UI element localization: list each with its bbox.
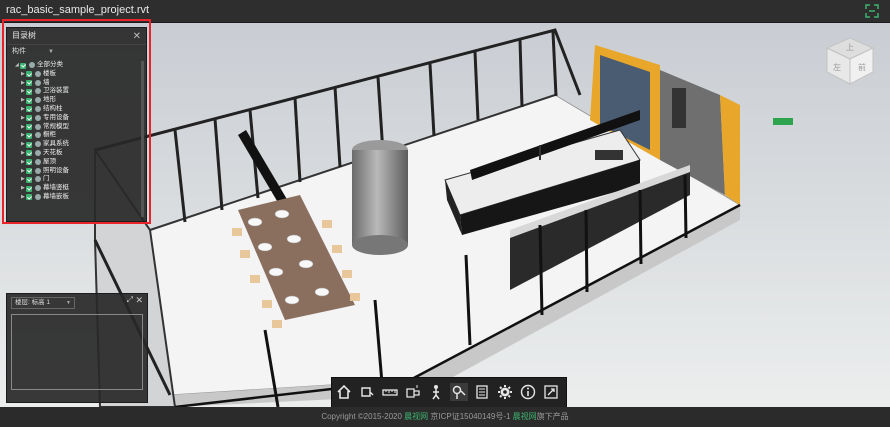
section-box-icon[interactable]	[358, 383, 376, 401]
minimap-canvas[interactable]	[11, 314, 143, 390]
settings-icon[interactable]	[496, 383, 514, 401]
copyright-text: Copyright ©2015-2020	[321, 412, 402, 421]
brand-link[interactable]: 晨视网	[404, 412, 428, 421]
close-icon[interactable]: ✕	[135, 295, 143, 306]
footer: Copyright ©2015-2020 晨视网 京ICP证15040149号-…	[0, 407, 890, 427]
floor-select[interactable]: 楼层: 标高 1 ▼	[11, 297, 75, 309]
fullscreen-toggle-icon[interactable]	[864, 3, 880, 19]
measure-icon[interactable]	[381, 383, 399, 401]
expand-icon[interactable]: ⤢	[127, 295, 133, 305]
home-icon[interactable]	[335, 383, 353, 401]
explode-icon[interactable]	[404, 383, 422, 401]
properties-icon[interactable]	[473, 383, 491, 401]
view-cube[interactable]: 上 左 前	[823, 34, 878, 89]
chevron-down-icon: ▼	[66, 300, 71, 306]
walk-icon[interactable]	[427, 383, 445, 401]
roam-icon[interactable]	[450, 383, 468, 401]
info-icon[interactable]	[519, 383, 537, 401]
view-cube-left[interactable]: 左	[833, 62, 841, 72]
bottom-toolbar	[331, 377, 567, 409]
view-cube-front[interactable]: 前	[858, 62, 866, 72]
footer-suffix: 旗下产品	[536, 412, 569, 421]
floor-select-label: 楼层: 标高 1	[15, 299, 51, 306]
window-title: rac_basic_sample_project.rvt	[6, 4, 150, 16]
minimap-panel: 楼层: 标高 1 ▼ ⤢ ✕	[6, 293, 148, 403]
view-cube-top[interactable]: 上	[846, 43, 854, 52]
highlight-frame	[2, 19, 151, 224]
fullscreen-icon[interactable]	[542, 383, 560, 401]
icp-text: 京ICP证15040149号-1	[428, 412, 513, 421]
brand-link-2[interactable]: 晨视网	[513, 412, 537, 421]
